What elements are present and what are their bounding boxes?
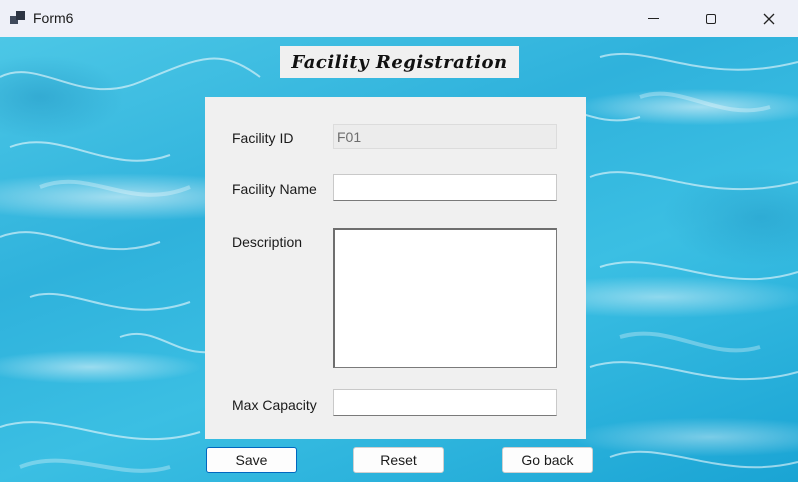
- minimize-button[interactable]: [624, 0, 682, 37]
- form-heading: Facility Registration: [291, 51, 508, 73]
- facility-id-field[interactable]: [333, 124, 557, 149]
- registration-panel: Facility ID Facility Name Description Ma…: [205, 97, 586, 439]
- description-field[interactable]: [333, 228, 557, 368]
- close-icon: [763, 13, 775, 24]
- go-back-button[interactable]: Go back: [502, 447, 593, 473]
- reset-button[interactable]: Reset: [353, 447, 444, 473]
- title-bar[interactable]: Form6: [0, 0, 798, 37]
- maximize-icon: [706, 13, 716, 24]
- max-capacity-field[interactable]: [333, 389, 557, 416]
- app-window: Form6 Facility Registration Facility ID …: [0, 0, 798, 482]
- window-title: Form6: [33, 10, 74, 26]
- facility-name-label: Facility Name: [232, 181, 317, 197]
- max-capacity-label: Max Capacity: [232, 397, 317, 413]
- maximize-button[interactable]: [682, 0, 740, 37]
- save-button[interactable]: Save: [206, 447, 297, 473]
- description-label: Description: [232, 234, 303, 250]
- form-window-icon[interactable]: [10, 10, 26, 26]
- close-button[interactable]: [740, 0, 798, 37]
- client-area: Facility Registration Facility ID Facili…: [0, 37, 798, 482]
- form-heading-box: Facility Registration: [280, 46, 519, 78]
- facility-name-field[interactable]: [333, 174, 557, 201]
- facility-id-label: Facility ID: [232, 130, 294, 146]
- minimize-icon: [647, 18, 659, 19]
